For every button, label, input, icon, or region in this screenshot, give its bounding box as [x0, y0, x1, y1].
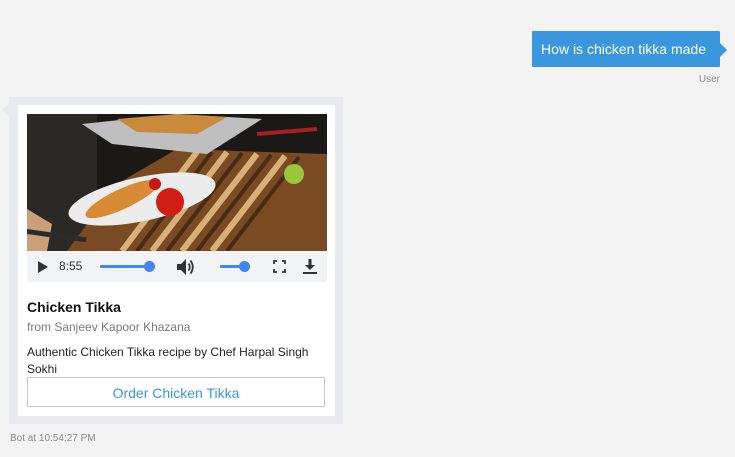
bot-message: 8:55 Chicken Tikka from Sanjeev Kapoor K… [2, 97, 343, 424]
volume-icon[interactable] [176, 258, 196, 276]
download-icon[interactable] [303, 259, 317, 274]
user-sender-label: User [698, 74, 720, 85]
volume-knob[interactable] [238, 261, 250, 272]
user-message: How is chicken tikka made [532, 31, 727, 67]
video-card: 8:55 Chicken Tikka from Sanjeev Kapoor K… [18, 105, 335, 416]
progress-knob[interactable] [143, 261, 155, 272]
video-time: 8:55 [59, 259, 83, 273]
progress-slider[interactable] [100, 265, 150, 268]
video-controls: 8:55 [27, 251, 327, 282]
progress-fill [100, 265, 149, 268]
video-frame [27, 114, 327, 251]
card-description: Authentic Chicken Tikka recipe by Chef H… [27, 345, 309, 376]
card-title: Chicken Tikka [27, 299, 121, 315]
order-button[interactable]: Order Chicken Tikka [27, 377, 325, 407]
play-icon[interactable] [38, 261, 48, 273]
user-message-bubble: How is chicken tikka made [532, 31, 727, 67]
fullscreen-icon[interactable] [273, 260, 286, 273]
video-player[interactable] [27, 114, 327, 251]
card-subtitle: from Sanjeev Kapoor Khazana [27, 320, 191, 334]
bot-timestamp: Bot at 10:54:27 PM [10, 433, 96, 444]
